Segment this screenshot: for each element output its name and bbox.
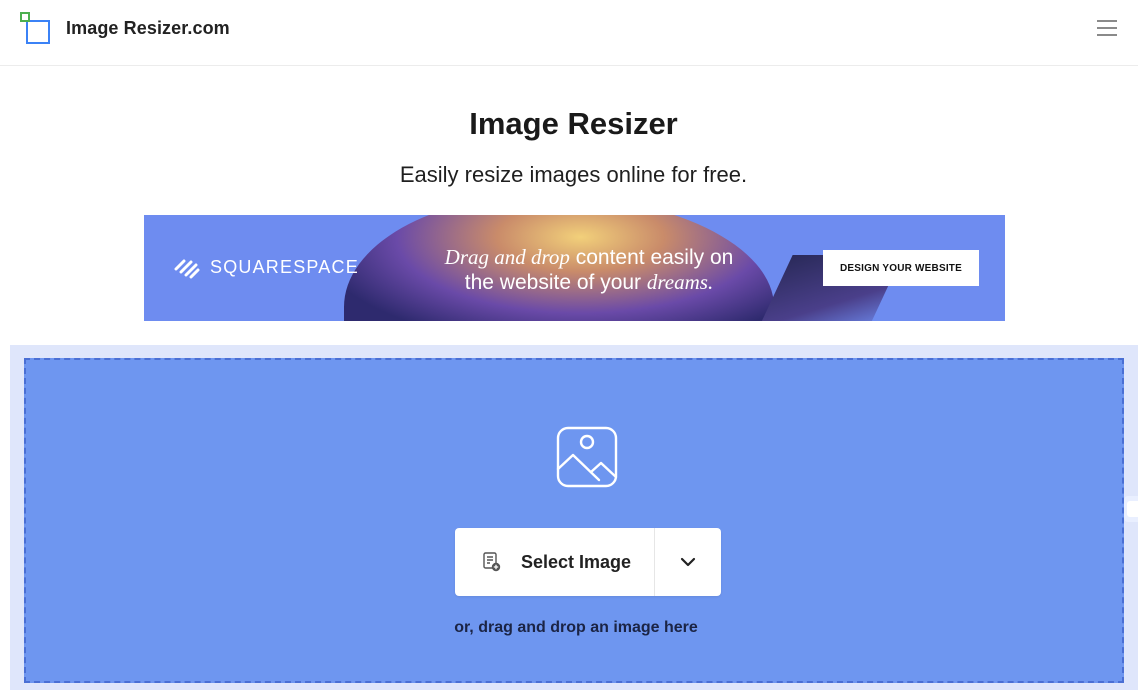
ad-brand: SQUARESPACE: [210, 256, 359, 277]
upload-section: Select Image or, drag and drop an image …: [10, 345, 1138, 690]
site-logo-link[interactable]: Image Resizer.com: [20, 12, 230, 44]
page-title: Image Resizer: [469, 106, 678, 141]
select-image-label: Select Image: [521, 551, 632, 572]
squarespace-icon: [174, 259, 200, 279]
logo-icon: [20, 12, 52, 44]
page-subtitle: Easily resize images online for free.: [399, 162, 748, 187]
ad-tagline-regular-2: the website of your: [464, 271, 647, 294]
site-header: Image Resizer.com: [0, 0, 1138, 66]
file-add-icon: [483, 552, 501, 572]
drop-hint: or, drag and drop an image here: [454, 619, 698, 636]
ad-tagline-italic-1: Drag and drop: [444, 245, 570, 269]
select-image-button-group: Select Image: [455, 528, 721, 596]
side-feedback-tab[interactable]: [1124, 496, 1138, 522]
select-image-button[interactable]: Select Image: [455, 528, 654, 596]
image-placeholder-icon: [556, 426, 618, 488]
drop-zone[interactable]: Select Image or, drag and drop an image …: [24, 358, 1124, 683]
ad-cta-button[interactable]: DESIGN YOUR WEBSITE: [823, 250, 979, 286]
hamburger-menu-icon[interactable]: [1097, 20, 1117, 38]
ad-tagline-regular-1: content easily on: [569, 246, 734, 269]
upload-source-dropdown[interactable]: [655, 528, 721, 596]
squarespace-logo: SQUARESPACE: [172, 255, 359, 279]
site-name: Image Resizer.com: [66, 17, 230, 38]
ad-tagline-italic-2: dreams.: [646, 270, 714, 294]
ad-banner[interactable]: SQUARESPACE Drag and drop content easily…: [144, 215, 1005, 321]
chevron-down-icon: [680, 557, 696, 567]
ad-tagline: Drag and drop content easily on the webs…: [409, 245, 769, 295]
